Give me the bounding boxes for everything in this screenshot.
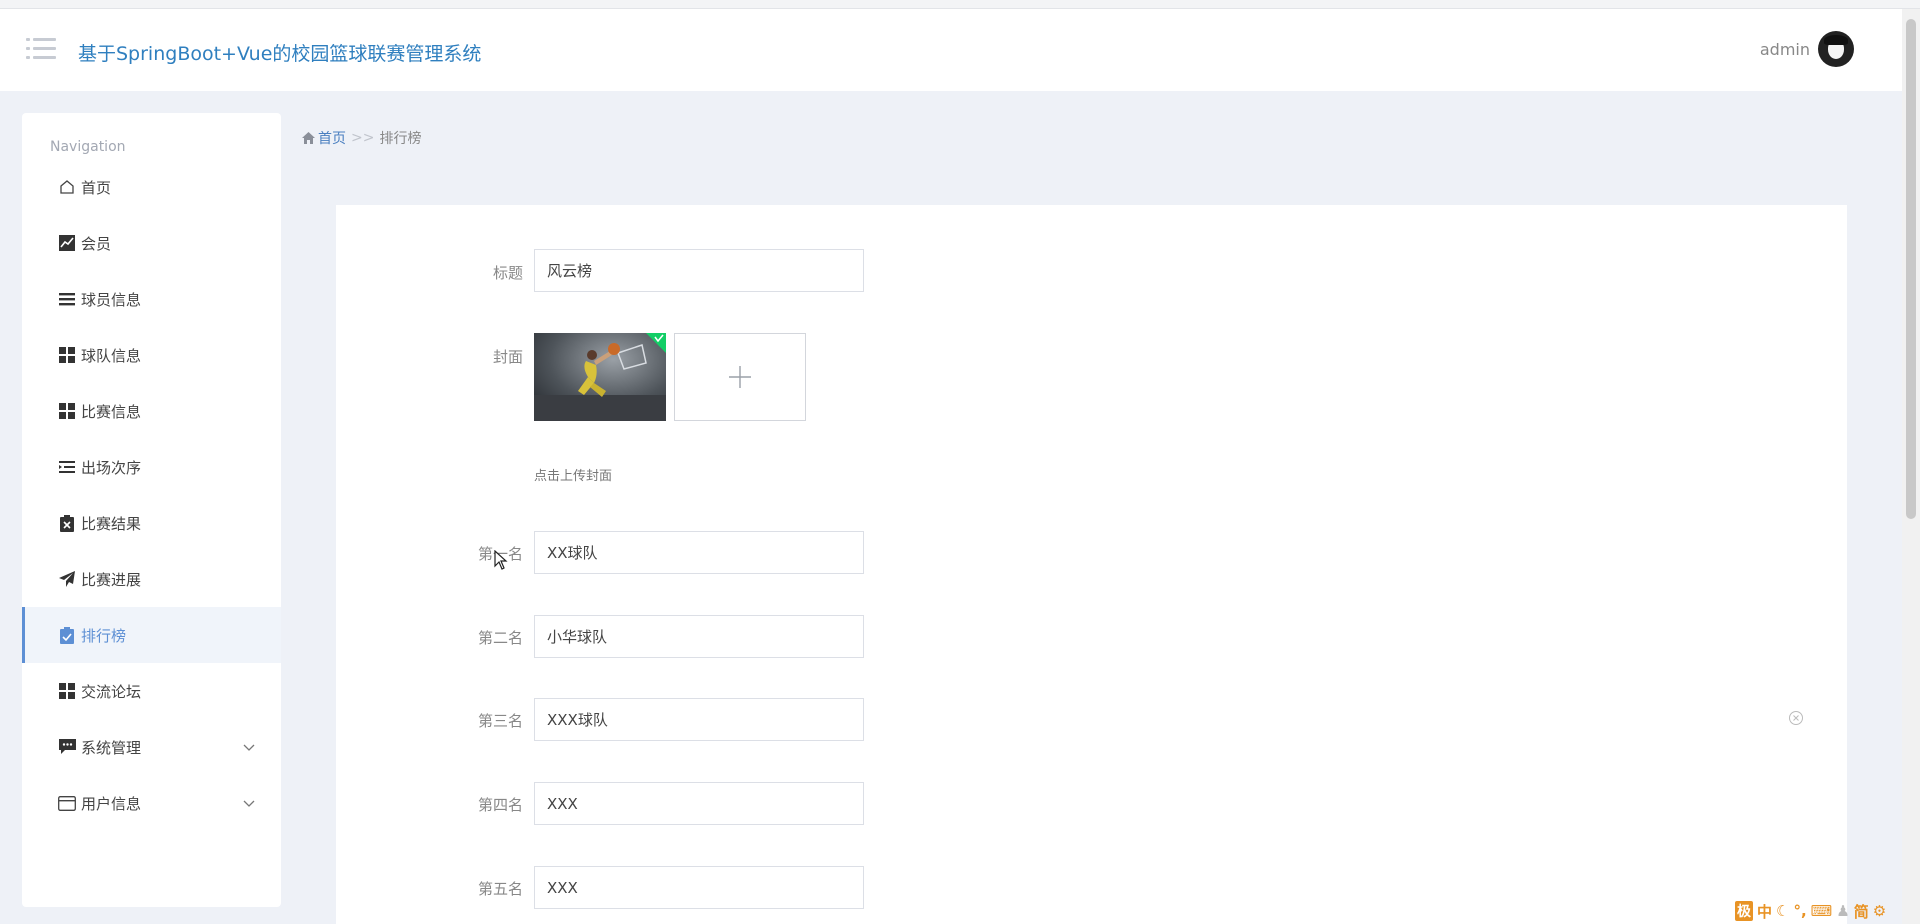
sidebar-item-label: 会员 — [81, 234, 112, 253]
sidebar-item-label: 比赛结果 — [81, 514, 142, 533]
moon-icon[interactable]: ☾ — [1776, 902, 1789, 920]
sidebar-item-forum[interactable]: 交流论坛 — [22, 663, 281, 719]
chevron-down-icon — [243, 800, 255, 807]
plus-icon — [729, 366, 751, 388]
sidebar-item-label: 用户信息 — [81, 794, 142, 813]
rank5-input[interactable] — [534, 866, 864, 909]
sidebar-item-label: 球队信息 — [81, 346, 142, 365]
rank1-label: 第一名 — [477, 545, 523, 563]
send-icon — [57, 569, 77, 589]
breadcrumb-home-link[interactable]: 首页 — [302, 128, 346, 148]
sidebar-item-label: 球员信息 — [81, 290, 142, 309]
home-icon — [57, 177, 77, 197]
sidebar-item-players[interactable]: 球员信息 — [22, 271, 281, 327]
cover-image-thumbnail[interactable] — [534, 333, 666, 421]
app-title: 基于SpringBoot+Vue的校园篮球联赛管理系统 — [78, 43, 482, 65]
sidebar-item-home[interactable]: 首页 — [22, 159, 281, 215]
sidebar: Navigation 首页 会员 球员信息 球队信息 比赛信息 出场次序 比赛结… — [22, 113, 281, 907]
upload-tip: 点击上传封面 — [534, 469, 613, 484]
sidebar-item-member[interactable]: 会员 — [22, 215, 281, 271]
cover-label: 封面 — [492, 348, 523, 366]
nav-title: Navigation — [50, 139, 126, 155]
mouse-cursor-icon — [494, 550, 508, 570]
ime-mode[interactable]: 中 — [1757, 901, 1772, 922]
grid-icon — [57, 345, 77, 365]
ime-toolbar: 极 中 ☾ °, ⌨ ♟ 简 ⚙ — [1735, 900, 1886, 922]
grid-icon — [57, 401, 77, 421]
rank4-label: 第四名 — [477, 796, 523, 814]
top-header: 基于SpringBoot+Vue的校园篮球联赛管理系统 admin — [0, 9, 1902, 91]
rank5-label: 第五名 — [477, 880, 523, 898]
title-input[interactable] — [534, 249, 864, 292]
sidebar-item-matches[interactable]: 比赛信息 — [22, 383, 281, 439]
sidebar-item-teams[interactable]: 球队信息 — [22, 327, 281, 383]
scrollbar-thumb[interactable] — [1906, 19, 1916, 519]
rank3-label: 第三名 — [477, 712, 523, 730]
rank2-label: 第二名 — [477, 629, 523, 647]
chat-icon — [57, 737, 77, 757]
sidebar-item-label: 排行榜 — [81, 626, 127, 645]
sidebar-item-label: 出场次序 — [81, 458, 142, 477]
menu-toggle-icon[interactable] — [24, 35, 58, 63]
punctuation-icon[interactable]: °, — [1793, 902, 1806, 920]
title-label: 标题 — [492, 264, 523, 282]
keyboard-icon[interactable]: ⌨ — [1811, 902, 1833, 920]
list-indent-icon — [57, 457, 77, 477]
rank4-input[interactable] — [534, 782, 864, 825]
breadcrumb: 首页 >> 排行榜 — [302, 128, 421, 148]
sidebar-item-results[interactable]: 比赛结果 — [22, 495, 281, 551]
sidebar-item-ranking[interactable]: 排行榜 — [22, 607, 281, 663]
clear-icon[interactable] — [1788, 710, 1804, 726]
user-icon[interactable]: ♟ — [1836, 902, 1849, 920]
sidebar-item-lineup-order[interactable]: 出场次序 — [22, 439, 281, 495]
rank1-input[interactable] — [534, 531, 864, 574]
ime-script[interactable]: 简 — [1854, 901, 1869, 922]
sidebar-item-label: 系统管理 — [81, 738, 142, 757]
sidebar-item-label: 首页 — [81, 178, 112, 197]
user-name[interactable]: admin — [1760, 40, 1810, 59]
sidebar-item-user-info[interactable]: 用户信息 — [22, 775, 281, 831]
grid-icon — [57, 681, 77, 701]
sidebar-item-label: 交流论坛 — [81, 682, 142, 701]
rank2-input[interactable] — [534, 615, 864, 658]
clipboard-check-icon — [57, 625, 77, 645]
sidebar-item-system[interactable]: 系统管理 — [22, 719, 281, 775]
ime-logo-icon[interactable]: 极 — [1735, 901, 1753, 921]
list-icon — [57, 289, 77, 309]
chart-line-icon — [57, 233, 77, 253]
breadcrumb-home-label: 首页 — [318, 131, 346, 147]
sidebar-item-progress[interactable]: 比赛进展 — [22, 551, 281, 607]
window-top-strip — [0, 0, 1920, 9]
avatar[interactable] — [1818, 31, 1854, 67]
upload-cover-button[interactable] — [674, 333, 806, 421]
breadcrumb-current: 排行榜 — [379, 131, 422, 147]
breadcrumb-separator: >> — [351, 130, 375, 146]
rank3-input[interactable] — [534, 698, 864, 741]
home-icon — [302, 132, 315, 144]
sidebar-item-label: 比赛进展 — [81, 570, 142, 589]
sidebar-item-label: 比赛信息 — [81, 402, 142, 421]
clipboard-x-icon — [57, 513, 77, 533]
page-scrollbar[interactable] — [1902, 9, 1920, 924]
gear-icon[interactable]: ⚙ — [1873, 902, 1886, 920]
credit-card-icon — [57, 793, 77, 813]
chevron-down-icon — [243, 744, 255, 751]
